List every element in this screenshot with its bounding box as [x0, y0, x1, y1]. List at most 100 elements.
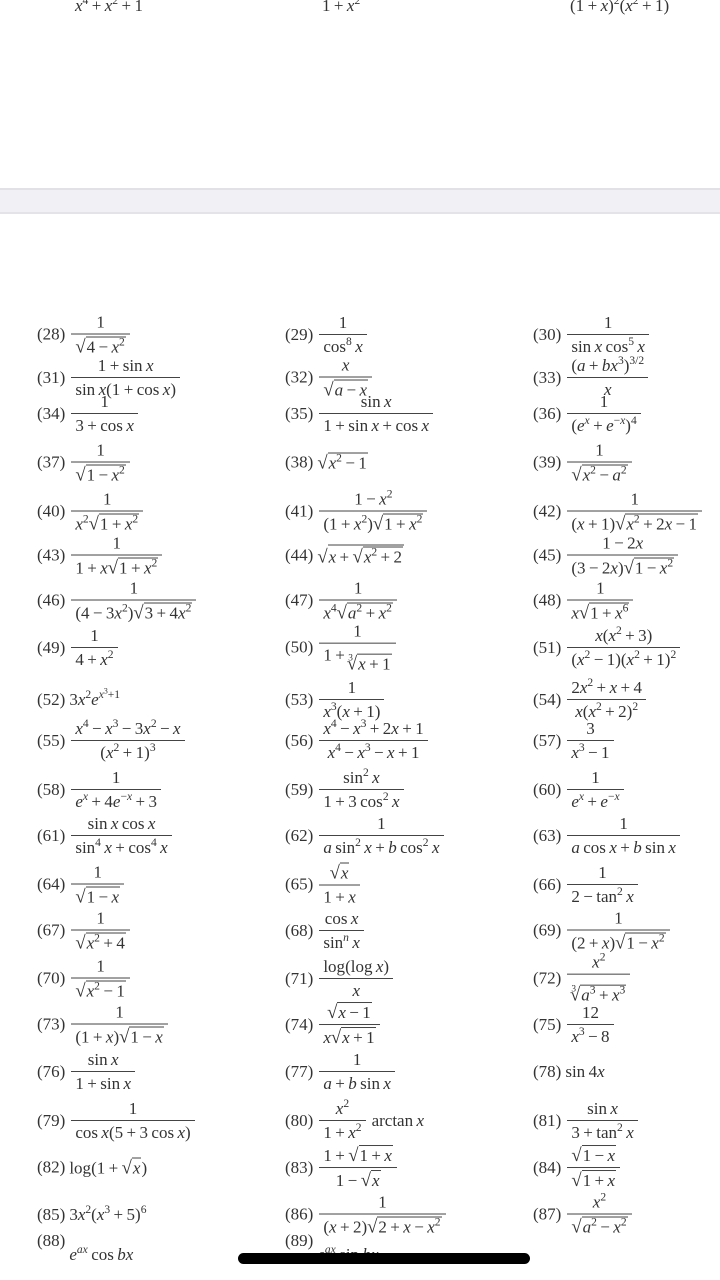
fraction: 1 √ 1 − x: [71, 863, 125, 908]
denominator: 1 + 3 cos2 x: [319, 789, 404, 812]
item-number: (38): [285, 452, 314, 472]
numerator: x2: [592, 950, 606, 972]
integrand-item: (65) √ x 1 + x: [285, 862, 362, 908]
denominator: cos x(5 + 3 cos x): [71, 1120, 195, 1143]
denominator: (3 − 2x) √ 1 − x2: [567, 554, 679, 579]
fraction: sin x 3 + tan2 x: [567, 1099, 638, 1143]
item-number: (50): [285, 638, 314, 657]
numerator: 3: [586, 719, 595, 738]
denominator: ex + e−x: [567, 789, 624, 812]
fraction: x2 3 √ a3 + x3: [567, 950, 631, 1006]
numerator: 2x2 + x + 4: [571, 676, 643, 697]
integrand-item: (42) 1 (x + 1) √ x2 + 2x − 1: [533, 490, 704, 535]
item-number: (70): [37, 968, 66, 988]
item-number: (51): [533, 638, 562, 657]
integrand-item: (75) 12 x3 − 8: [533, 1003, 616, 1047]
fraction: √ 1 − x √ 1 + x: [567, 1145, 621, 1191]
integrand-item: (51) x(x2 + 3) (x2 − 1)(x2 + 1)2: [533, 624, 682, 670]
integrand-item: (88) eax cos bx: [37, 1231, 133, 1265]
denominator: √ x2 − 1: [71, 977, 130, 1002]
item-number: (59): [285, 780, 314, 799]
numerator: 1: [619, 814, 628, 833]
integrand-item: (73) 1 (1 + x) √ 1 − x: [37, 1003, 170, 1048]
fraction: 1 (ex + e−x)4: [567, 392, 641, 436]
fraction: 1 x √ 1 + x6: [567, 579, 634, 624]
denominator: ex + 4e−x + 3: [71, 789, 162, 812]
numerator: x4 − x3 − 3x2 − x: [75, 717, 181, 738]
item-number: (40): [37, 501, 66, 521]
integrand-item: (47) 1 x4 √ a2 + x2: [285, 579, 399, 624]
item-number: (58): [37, 780, 66, 799]
integrand-item: (68) cos x sinn x: [285, 909, 366, 953]
fraction: sin x 1 + sin x + cos x: [319, 392, 434, 436]
fraction: 1 a cos x + b sin x: [567, 814, 680, 858]
numerator: x(x2 + 3): [595, 624, 653, 645]
fraction: x2 √ a2 − x2: [567, 1191, 632, 1238]
fraction: 1 cos x(5 + 3 cos x): [71, 1099, 195, 1143]
item-number: (49): [37, 638, 66, 657]
item-number: (36): [533, 404, 562, 423]
integrand-item: (29) 1 cos8 x: [285, 313, 369, 357]
integrand-item: (57) 3 x3 − 1: [533, 719, 616, 763]
fraction: √ x − 1 x √ x + 1: [319, 1002, 380, 1048]
expression: √ x + √ x2 + 2: [317, 544, 405, 568]
numerator: 1: [129, 578, 139, 598]
denominator: 1 + sin x + cos x: [319, 413, 434, 436]
numerator: 1: [598, 863, 607, 882]
fraction: 1 √ x2 + 4: [71, 909, 130, 954]
fraction: 3 x3 − 1: [567, 719, 614, 763]
denominator: √ a2 − x2: [567, 1213, 632, 1238]
denominator: x √ 1 + x6: [567, 599, 634, 624]
item-number: (76): [37, 1062, 66, 1081]
home-indicator[interactable]: [238, 1253, 530, 1264]
integrand-item: (82) log(1 + √ x): [37, 1157, 148, 1179]
item-number: (73): [37, 1014, 66, 1034]
denominator: √ x2 + 4: [71, 929, 130, 954]
numerator: 12: [581, 1003, 599, 1022]
numerator: 1: [96, 312, 105, 332]
denominator: √ x2 − a2: [567, 461, 632, 486]
integrand-item: (70) 1 √ x2 − 1: [37, 957, 132, 1002]
item-number: (83): [285, 1158, 314, 1177]
numerator: 1: [378, 1192, 387, 1212]
numerator: 1: [353, 578, 363, 598]
item-number: (67): [37, 920, 66, 940]
item-number: (82): [37, 1157, 66, 1177]
denominator: 1 + x √ 1 + x2: [71, 554, 163, 579]
item-number: (81): [533, 1111, 562, 1130]
numerator: x4 − x3 + 2x + 1: [323, 717, 424, 738]
item-number: (56): [285, 731, 314, 750]
integrand-item: (59) sin2 x1 + 3 cos2 x: [285, 767, 406, 812]
denominator: 2 − tan2 x: [567, 884, 638, 907]
item-number: (54): [533, 690, 562, 709]
numerator: 1: [115, 1002, 124, 1022]
denominator: 1 − √ x: [319, 1167, 397, 1191]
denominator: 3 + cos x: [71, 413, 138, 436]
numerator: 1: [591, 768, 600, 787]
fraction: 1 − x2 (1 + x2) √ 1 + x2: [319, 488, 428, 535]
fraction: 1 a sin2 x + b cos2 x: [319, 814, 444, 858]
item-number: (86): [285, 1204, 314, 1224]
fraction: 1 + √ 1 + x1 − √ x: [319, 1145, 397, 1191]
expression: log(1 + √ x): [69, 1157, 148, 1179]
item-number: (42): [533, 501, 562, 521]
denominator: (1 + x) √ 1 − x: [71, 1023, 168, 1048]
integrand-item: (39) 1 √ x2 − a2: [533, 441, 634, 486]
numerator: 1: [111, 768, 121, 787]
fraction: 1 ex + 4e−x + 3: [71, 768, 162, 812]
numerator: cos x: [324, 909, 359, 928]
item-number: (64): [37, 874, 66, 894]
integrand-item: (34) 1 3 + cos x: [37, 392, 140, 436]
numerator: x2: [335, 1097, 350, 1118]
integrand-item: (81) sin x 3 + tan2 x: [533, 1099, 640, 1143]
integrand-item: (28) 1 √ 4 − x2: [37, 313, 132, 358]
item-number: (44): [285, 545, 314, 565]
numerator: x: [341, 355, 350, 375]
fraction: 12 x3 − 8: [567, 1003, 614, 1047]
item-number: (41): [285, 501, 314, 521]
denominator: x3 − 8: [567, 1024, 614, 1047]
item-number: (34): [37, 404, 66, 423]
numerator: 1: [96, 440, 105, 460]
fraction: 1 √ x2 − a2: [567, 441, 632, 486]
item-number: (39): [533, 452, 562, 472]
